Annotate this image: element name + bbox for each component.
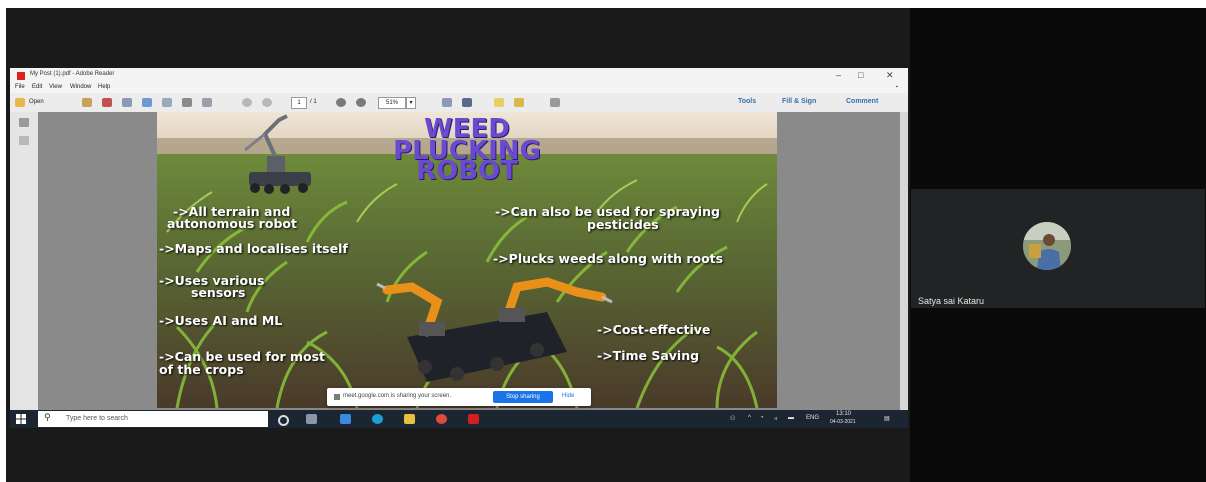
menu-bar: File Edit View Window Help ▪ xyxy=(10,83,908,93)
window-titlebar: My Post (1).pdf - Adobe Reader – □ ✕ xyxy=(10,68,908,83)
menu-help[interactable]: Help xyxy=(98,84,110,90)
poster-title-line-3: ROBOT xyxy=(416,156,518,186)
fill-sign-button[interactable]: Fill & Sign xyxy=(782,98,816,105)
nav-sidebar xyxy=(10,112,38,410)
file-explorer-icon[interactable] xyxy=(404,414,415,424)
comment-button[interactable]: Comment xyxy=(846,98,878,105)
create-pdf-icon[interactable] xyxy=(82,98,92,107)
taskbar-search-box[interactable]: ⚲ Type here to search xyxy=(38,411,268,427)
show-hidden-icons[interactable]: ^ xyxy=(748,415,751,421)
poster-point-left-5b: of the crops xyxy=(159,362,244,377)
adobe-reader-icon xyxy=(17,72,25,80)
task-view-icon[interactable] xyxy=(306,414,317,424)
page-total: / 1 xyxy=(310,99,317,105)
vertical-scrollbar[interactable] xyxy=(900,112,908,410)
combine-icon[interactable] xyxy=(102,98,112,107)
menu-edit[interactable]: Edit xyxy=(32,84,42,90)
zoom-dropdown-icon[interactable]: ▾ xyxy=(406,97,416,109)
read-mode-icon[interactable] xyxy=(550,98,560,107)
stop-sharing-button[interactable]: Stop sharing xyxy=(493,391,553,403)
save-icon[interactable] xyxy=(162,98,172,107)
comment-bubble-icon[interactable] xyxy=(494,98,504,107)
open-button[interactable]: Open xyxy=(29,99,44,105)
sharing-message: meet.google.com is sharing your screen. xyxy=(343,393,452,399)
poster-page: WEED PLUCKING ROBOT ->All terrain and au… xyxy=(157,112,777,408)
clock-time[interactable]: 13:10 xyxy=(836,411,851,417)
search-icon: ⚲ xyxy=(44,413,51,423)
menu-file[interactable]: File xyxy=(15,84,25,90)
print-icon[interactable] xyxy=(182,98,192,107)
poster-point-left-2: ->Maps and localises itself xyxy=(159,241,348,256)
reader-toolbar: Open 1 / 1 51% ▾ Tools Fill & Sign Comme… xyxy=(10,93,908,113)
zoom-out-icon[interactable] xyxy=(336,98,346,107)
poster-point-left-1b: autonomous robot xyxy=(167,216,297,231)
network-icon[interactable]: ◔ xyxy=(760,415,764,421)
tools-button[interactable]: Tools xyxy=(738,98,756,105)
maximize-icon[interactable]: □ xyxy=(858,70,863,80)
clock-date[interactable]: 04-03-2021 xyxy=(830,419,856,425)
poster-point-right-4: ->Time Saving xyxy=(597,348,700,363)
participant-name: Satya sai Kataru xyxy=(918,296,985,306)
edit-icon[interactable] xyxy=(122,98,132,107)
fit-page-icon[interactable] xyxy=(462,98,472,107)
minimize-icon[interactable]: – xyxy=(836,70,841,80)
windows-start-icon[interactable] xyxy=(16,414,26,424)
next-page-icon[interactable] xyxy=(262,98,272,107)
zoom-input[interactable]: 51% xyxy=(378,97,406,109)
screen-share-banner: meet.google.com is sharing your screen. … xyxy=(327,388,591,406)
people-icon[interactable]: ⚇ xyxy=(730,415,735,422)
highlight-icon[interactable] xyxy=(514,98,524,107)
prev-page-icon[interactable] xyxy=(242,98,252,107)
edge-icon[interactable] xyxy=(372,414,383,424)
menu-view[interactable]: View xyxy=(49,84,62,90)
hide-button[interactable]: Hide xyxy=(562,393,574,399)
close-icon[interactable]: ✕ xyxy=(886,70,894,81)
notifications-icon[interactable]: ▤ xyxy=(884,415,890,422)
poster-point-right-3: ->Cost-effective xyxy=(597,322,711,337)
chrome-icon[interactable] xyxy=(436,414,447,424)
page-number-input[interactable]: 1 xyxy=(291,97,307,109)
attachments-icon[interactable] xyxy=(19,136,29,145)
participant-avatar xyxy=(1023,222,1071,270)
mail-icon[interactable] xyxy=(340,414,351,424)
open-folder-icon[interactable] xyxy=(15,98,25,107)
poster-point-left-4: ->Uses AI and ML xyxy=(159,313,283,328)
window-title: My Post (1).pdf - Adobe Reader xyxy=(30,71,115,77)
zoom-in-icon[interactable] xyxy=(356,98,366,107)
cortana-icon[interactable] xyxy=(278,415,289,426)
poster-point-left-3b: sensors xyxy=(191,285,246,300)
poster-point-right-2: ->Plucks weeds along with roots xyxy=(493,251,724,266)
drag-handle-icon[interactable] xyxy=(334,394,340,400)
windows-taskbar: ⚲ Type here to search ⚇ ^ ◔ ◃ ▬ ENG 13:1… xyxy=(10,410,908,428)
poster-point-right-1b: pesticides xyxy=(587,217,659,232)
cloud-icon[interactable] xyxy=(142,98,152,107)
language-indicator[interactable]: ENG xyxy=(806,415,819,421)
search-placeholder: Type here to search xyxy=(66,415,128,422)
page-thumbnails-icon[interactable] xyxy=(19,118,29,127)
email-icon[interactable] xyxy=(202,98,212,107)
fit-width-icon[interactable] xyxy=(442,98,452,107)
acrobat-reader-icon[interactable] xyxy=(468,414,479,424)
menu-window[interactable]: Window xyxy=(70,84,91,90)
menu-collapse-icon[interactable]: ▪ xyxy=(896,84,898,90)
volume-icon[interactable]: ◃ xyxy=(774,415,777,422)
battery-icon[interactable]: ▬ xyxy=(788,415,794,421)
